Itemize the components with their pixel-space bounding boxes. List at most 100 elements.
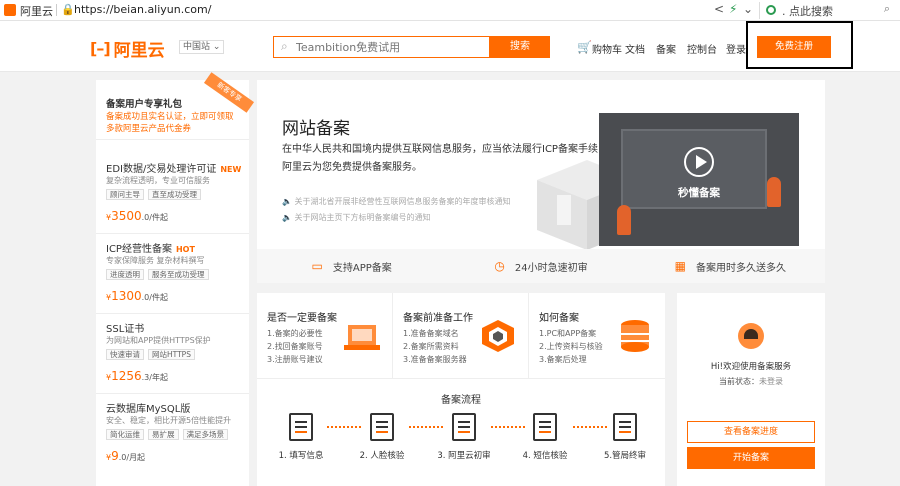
info-card[interactable]: 如何备案 1.PC和APP备案 2.上传资料与核验 3.备案后处理 <box>529 293 665 379</box>
nav-cart[interactable]: 购物车 <box>592 41 622 56</box>
product-card[interactable]: SSL证书 为网站和APP提供HTTPS保护 快速审请 网站HTTPS ¥1256… <box>96 314 249 394</box>
product-tags: 快速审请 网站HTTPS <box>106 349 195 360</box>
browser-search-text: . 点此搜索 <box>782 5 833 18</box>
card-link[interactable]: 3.备案后处理 <box>539 354 587 365</box>
address-bar[interactable]: https://beian.aliyun.com/ <box>74 3 211 16</box>
card-title: 如何备案 <box>539 313 579 324</box>
face-verify-icon <box>370 413 394 441</box>
product-desc: 为网站和APP提供HTTPS保护 <box>106 336 211 345</box>
notice-link[interactable]: 🔈 关于网站主页下方标明备案编号的通知 <box>282 212 431 223</box>
start-beian-button[interactable]: 开始备案 <box>687 447 815 469</box>
flow-step: 2. 人脸核验 <box>352 413 412 461</box>
info-card[interactable]: 是否一定要备案 1.备案的必要性 2.找回备案账号 3.注册账号建议 <box>257 293 393 379</box>
product-price: ¥3500.0/件起 <box>106 209 168 223</box>
logo-text: 阿里云 <box>113 40 165 61</box>
card-title: 是否一定要备案 <box>267 313 337 324</box>
feature-speed: ◷ 24小时急速初审 <box>494 259 588 274</box>
product-price: ¥1300.0/件起 <box>106 289 168 303</box>
login-status: 当前状态：未登录 <box>719 377 783 386</box>
info-card[interactable]: 备案前准备工作 1.准备备案域名 2.备案所需资料 3.准备备案服务器 <box>393 293 529 379</box>
share-icon[interactable]: < <box>714 2 724 16</box>
card-link[interactable]: 1.PC和APP备案 <box>539 328 596 339</box>
flow-step: 1. 填写信息 <box>271 413 331 461</box>
product-price: ¥1256.3/年起 <box>106 369 168 383</box>
product-card[interactable]: EDI数据/交易处理许可证 NEW 复杂流程透明，专业可信服务 顾问主导 直至成功受… <box>96 154 249 234</box>
product-desc: 复杂流程透明，专业可信服务 <box>106 176 210 185</box>
hero-banner: 网站备案 在中华人民共和国境内提供互联网信息服务，应当依法履行ICP备案手续，阿… <box>257 80 825 249</box>
divider <box>56 4 57 16</box>
nav-docs[interactable]: 文档 <box>625 41 645 56</box>
card-link[interactable]: 3.准备备案服务器 <box>403 354 467 365</box>
search-icon[interactable]: ⌕ <box>884 2 890 16</box>
sms-icon <box>533 413 557 441</box>
review-icon <box>452 413 476 441</box>
flow-step: 4. 短信核验 <box>515 413 575 461</box>
gift-desc: 备案成功且实名认证，立即可领取多款阿里云产品代金券 <box>106 112 234 134</box>
search-button[interactable]: 搜索 <box>490 36 550 58</box>
nav-beian[interactable]: 备案 <box>656 41 676 56</box>
info-section: 是否一定要备案 1.备案的必要性 2.找回备案账号 3.注册账号建议 备案前准备… <box>257 293 665 486</box>
site-search: ⌕ <box>273 36 490 58</box>
lock-icon: 🔒 <box>61 3 75 16</box>
card-link[interactable]: 1.备案的必要性 <box>267 328 323 339</box>
browser-search[interactable]: . 点此搜索 ⌕ <box>759 2 900 19</box>
card-link[interactable]: 2.找回备案账号 <box>267 341 323 352</box>
search-engine-icon <box>766 5 776 15</box>
logo[interactable]: [–] 阿里云 <box>90 37 165 61</box>
region-label: 中国站 <box>183 42 211 52</box>
product-desc: 专家保障服务 复杂材料撰写 <box>106 256 205 265</box>
flow-step: 3. 阿里云初审 <box>434 413 494 461</box>
aliyun-favicon-icon <box>4 4 16 16</box>
product-price: ¥9.0/月起 <box>106 449 146 463</box>
region-select[interactable]: 中国站 ⌄ <box>179 40 225 54</box>
tab-title[interactable]: 阿里云 <box>20 3 53 19</box>
card-link[interactable]: 1.准备备案域名 <box>403 328 459 339</box>
approval-icon <box>613 413 637 441</box>
welcome-text: Hi!欢迎使用备案服务 <box>710 362 792 372</box>
play-icon[interactable] <box>684 147 714 177</box>
product-tags: 顾问主导 直至成功受理 <box>106 189 201 200</box>
grid-icon: ▦ <box>674 259 686 273</box>
product-tags: 进度透明 服务至成功受理 <box>106 269 209 280</box>
cube-icon <box>482 320 514 352</box>
check-progress-button[interactable]: 查看备案进度 <box>687 421 815 443</box>
video-panel[interactable]: 秒懂备案 <box>599 113 799 246</box>
search-input[interactable] <box>296 39 486 55</box>
aliyun-logo-icon: [–] <box>90 38 111 58</box>
monitor-icon: ▭ <box>311 259 323 273</box>
card-link[interactable]: 2.上传资料与核验 <box>539 341 603 352</box>
nav-console[interactable]: 控制台 <box>687 41 717 56</box>
product-name: EDI数据/交易处理许可证 NEW <box>106 164 242 175</box>
chevron-down-icon[interactable]: ⌄ <box>743 2 753 16</box>
product-card[interactable]: 云数据库MySQL版 安全、稳定，相比开源5倍性能提升 简化运维 易扩展 满足多场景… <box>96 394 249 474</box>
product-name: SSL证书 <box>106 324 145 335</box>
product-tags: 简化运维 易扩展 满足多场景 <box>106 429 228 440</box>
gift-panel[interactable]: 备案用户专享礼包 备案成功且实名认证，立即可领取多款阿里云产品代金券 新客专享 <box>96 72 255 140</box>
product-name: 云数据库MySQL版 <box>106 404 191 415</box>
nav-login[interactable]: 登录 <box>726 41 746 56</box>
search-icon: ⌕ <box>281 39 288 53</box>
feature-app: ▭ 支持APP备案 <box>311 259 392 274</box>
gift-ribbon: 新客专享 <box>203 72 255 113</box>
sidebar: 备案用户专享礼包 备案成功且实名认证，立即可领取多款阿里云产品代金券 新客专享 … <box>96 72 255 486</box>
card-link[interactable]: 3.注册账号建议 <box>267 354 323 365</box>
card-title: 备案前准备工作 <box>403 313 473 324</box>
browser-bar: 阿里云 🔒 https://beian.aliyun.com/ < ⚡ ⌄ . … <box>0 0 900 21</box>
cart-icon[interactable]: 🛒 <box>577 40 592 54</box>
avatar <box>738 323 764 349</box>
flow-title: 备案流程 <box>441 395 481 406</box>
person-illustration-icon <box>617 205 631 235</box>
card-link[interactable]: 2.备案所需资料 <box>403 341 459 352</box>
form-icon <box>289 413 313 441</box>
feature-strip: ▭ 支持APP备案 ◷ 24小时急速初审 ▦ 备案用时多久送多久 <box>257 249 825 283</box>
page-title: 网站备案 <box>282 119 350 139</box>
user-panel: Hi!欢迎使用备案服务 当前状态：未登录 查看备案进度 开始备案 <box>677 293 825 486</box>
product-card[interactable]: ICP经营性备案 HOT 专家保障服务 复杂材料撰写 进度透明 服务至成功受理 ¥1… <box>96 234 249 314</box>
highlight-box <box>746 21 853 69</box>
hot-badge: HOT <box>175 245 195 254</box>
notice-link[interactable]: 🔈 关于湖北省开展非经营性互联网信息服务备案的年度审核通知 <box>282 196 511 207</box>
flow-step: 5.管局终审 <box>595 413 655 461</box>
product-desc: 安全、稳定，相比开源5倍性能提升 <box>106 416 232 425</box>
laptop-icon <box>344 325 380 350</box>
lightning-icon[interactable]: ⚡ <box>729 2 737 16</box>
